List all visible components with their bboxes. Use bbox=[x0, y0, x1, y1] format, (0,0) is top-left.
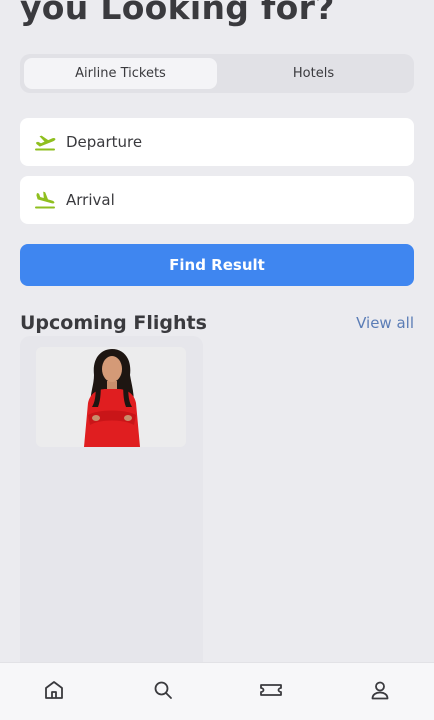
ticket-icon bbox=[259, 679, 283, 705]
nav-home[interactable] bbox=[34, 672, 74, 712]
arrival-field[interactable]: Arrival bbox=[20, 176, 414, 224]
flight-card[interactable] bbox=[20, 336, 203, 676]
airplane-departure-icon bbox=[34, 131, 56, 153]
user-icon bbox=[369, 679, 391, 705]
nav-search[interactable] bbox=[143, 672, 183, 712]
tab-bar: Airline Tickets Hotels bbox=[20, 54, 414, 93]
nav-profile[interactable] bbox=[360, 672, 400, 712]
flight-card-image bbox=[36, 347, 186, 447]
search-icon bbox=[152, 679, 174, 705]
find-result-button[interactable]: Find Result bbox=[20, 244, 414, 286]
departure-label: Departure bbox=[66, 133, 143, 151]
departure-field[interactable]: Departure bbox=[20, 118, 414, 166]
page-title: you Looking for? bbox=[20, 0, 335, 27]
arrival-label: Arrival bbox=[66, 191, 115, 209]
bottom-navigation bbox=[0, 662, 434, 720]
tab-airline-tickets[interactable]: Airline Tickets bbox=[24, 58, 217, 89]
home-icon bbox=[43, 679, 65, 705]
tab-hotels[interactable]: Hotels bbox=[217, 58, 410, 89]
nav-tickets[interactable] bbox=[251, 672, 291, 712]
view-all-link[interactable]: View all bbox=[356, 314, 414, 332]
section-title-upcoming-flights: Upcoming Flights bbox=[20, 312, 207, 334]
airplane-arrival-icon bbox=[34, 189, 56, 211]
